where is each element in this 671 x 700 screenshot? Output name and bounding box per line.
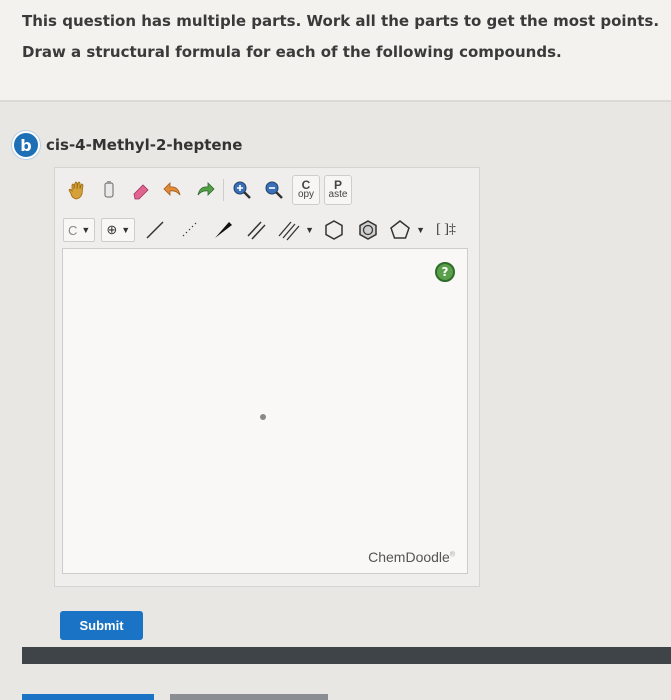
paste-label-bottom: aste [328, 189, 348, 200]
chemdoodle-logo: ChemDoodle® [368, 549, 455, 565]
bottom-divider-bar [22, 647, 671, 664]
triple-bond-selector[interactable]: ▼ [277, 218, 314, 242]
bracket-charge-button[interactable]: [ ]‡ [431, 216, 461, 244]
undo-icon[interactable] [159, 176, 187, 204]
benzene-icon[interactable] [354, 216, 382, 244]
part-badge: b [12, 131, 40, 159]
chevron-down-icon: ▼ [121, 225, 131, 235]
canvas-center-dot [260, 414, 266, 420]
double-bond-icon[interactable] [243, 216, 271, 244]
cyclohexane-icon[interactable] [320, 216, 348, 244]
chemdoodle-editor: C opy P aste C ▼ ⊕ ▼ ▼ ▼ []‡ ? ChemDood… [54, 167, 480, 587]
redo-icon[interactable] [191, 176, 219, 204]
single-bond-icon[interactable] [141, 216, 169, 244]
paste-button[interactable]: P aste [324, 175, 352, 205]
hashed-bond-icon[interactable] [175, 216, 203, 244]
chevron-down-icon: ▼ [81, 225, 91, 235]
zoom-in-icon[interactable] [228, 176, 256, 204]
part-header: b cis-4-Methyl-2-heptene [12, 131, 243, 159]
charge-selector[interactable]: ⊕ ▼ [101, 218, 136, 242]
chevron-down-icon: ▼ [305, 225, 315, 235]
instruction-line-2: Draw a structural formula for each of th… [22, 43, 562, 61]
divider [0, 100, 671, 102]
brand-mark: ® [449, 551, 455, 559]
drawing-canvas[interactable]: ? ChemDoodle® [62, 248, 468, 574]
ring-selector[interactable]: ▼ [388, 218, 425, 242]
instructions-panel: This question has multiple parts. Work a… [0, 0, 671, 102]
eraser-icon[interactable] [127, 176, 155, 204]
instructions: This question has multiple parts. Work a… [22, 6, 662, 68]
brand-name: ChemDoodle [368, 549, 450, 565]
copy-button[interactable]: C opy [292, 175, 320, 205]
atom-selector[interactable]: C ▼ [63, 218, 96, 242]
cyclopentane-icon [390, 220, 410, 239]
toolbar-separator [223, 179, 224, 201]
submit-button[interactable]: Submit [60, 611, 143, 640]
editor-toolbar-bottom: C ▼ ⊕ ▼ ▼ ▼ [ ]‡ [63, 216, 461, 244]
instruction-line-1: This question has multiple parts. Work a… [22, 12, 660, 30]
copy-label-bottom: opy [297, 189, 315, 200]
zoom-out-icon[interactable] [260, 176, 288, 204]
wedge-bond-icon[interactable] [209, 216, 237, 244]
triple-bond-icon [278, 221, 300, 241]
chevron-down-icon: ▼ [416, 225, 425, 235]
help-icon[interactable]: ? [435, 262, 455, 282]
lasso-icon[interactable] [95, 176, 123, 204]
editor-toolbar-top: C opy P aste [63, 174, 352, 206]
clear-hand-icon[interactable] [63, 176, 91, 204]
bottom-button-strip-left[interactable] [22, 694, 154, 700]
bottom-button-strip-right[interactable] [170, 694, 328, 700]
charge-plus-icon: ⊕ [106, 222, 118, 237]
atom-selector-value: C [68, 222, 78, 238]
compound-name: cis-4-Methyl-2-heptene [46, 136, 243, 154]
